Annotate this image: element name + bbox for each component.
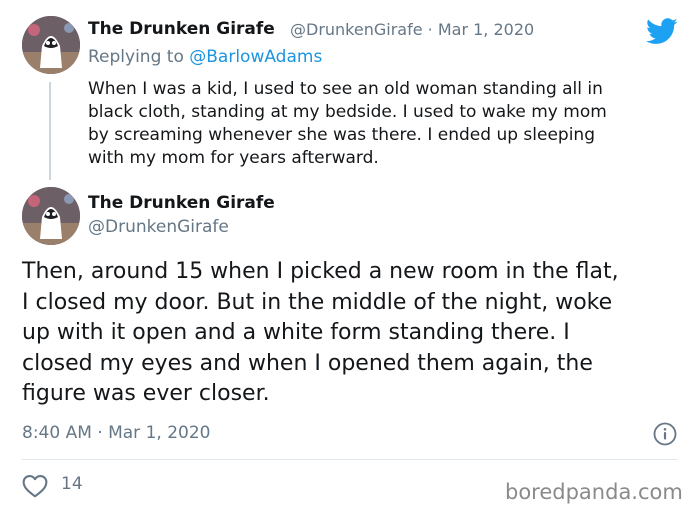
action-divider — [22, 459, 678, 460]
twitter-bird-icon[interactable] — [646, 18, 678, 45]
reply-body-line: black cloth, standing at my bedside. I u… — [88, 102, 607, 122]
reply-body-line: by screaming whenever she was there. I e… — [88, 125, 595, 145]
avatar-image-icon — [22, 187, 80, 245]
reply-meta: @DrunkenGirafe · Mar 1, 2020 — [290, 20, 534, 39]
reply-separator: · — [427, 20, 433, 39]
main-timestamp[interactable]: 8:40 AM · Mar 1, 2020 — [22, 423, 210, 443]
avatar-image-icon — [22, 16, 80, 74]
reply-body: When I was a kid, I used to see an old w… — [88, 78, 678, 170]
main-body-line: figure was ever closer. — [22, 381, 270, 406]
reply-body-line: When I was a kid, I used to see an old w… — [88, 79, 603, 99]
replying-to: Replying to @BarlowAdams — [88, 47, 322, 67]
reply-body-line: with my mom for years afterward. — [88, 148, 379, 168]
replying-to-prefix: Replying to — [88, 47, 184, 67]
replying-to-handle-link[interactable]: @BarlowAdams — [189, 47, 322, 67]
main-body-line: Then, around 15 when I picked a new room… — [22, 259, 619, 284]
reply-date[interactable]: Mar 1, 2020 — [438, 20, 534, 39]
main-body-line: I closed my door. But in the middle of t… — [22, 289, 613, 315]
boredpanda-watermark: boredpanda.com — [505, 480, 683, 504]
main-avatar[interactable] — [22, 187, 80, 245]
reply-avatar[interactable] — [22, 16, 80, 74]
like-count: 14 — [61, 474, 83, 494]
main-body-line: closed my eyes and when I opened them ag… — [22, 350, 593, 376]
main-body-line: up with it open and a white form standin… — [22, 320, 570, 345]
main-handle[interactable]: @DrunkenGirafe — [88, 217, 229, 237]
reply-handle[interactable]: @DrunkenGirafe — [290, 20, 423, 39]
info-icon[interactable] — [653, 422, 677, 446]
heart-icon[interactable] — [22, 474, 48, 498]
main-body: Then, around 15 when I picked a new room… — [22, 257, 682, 410]
main-display-name[interactable]: The Drunken Girafe — [88, 193, 275, 213]
thread-connector-line — [49, 82, 51, 180]
reply-display-name[interactable]: The Drunken Girafe — [88, 19, 275, 39]
